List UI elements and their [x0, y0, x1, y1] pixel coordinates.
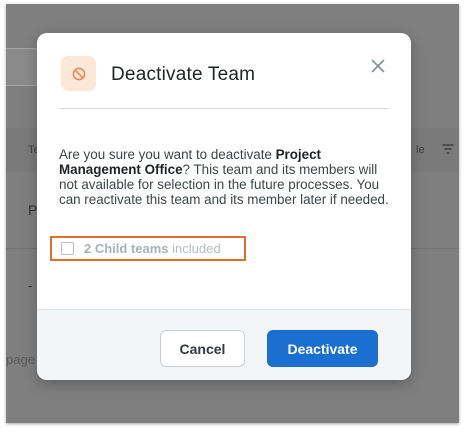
background-footer-text: page — [6, 352, 35, 367]
ban-icon — [61, 56, 96, 91]
child-teams-count: 2 Child teams — [84, 241, 169, 256]
dialog-title: Deactivate Team — [111, 64, 256, 85]
dialog-header: Deactivate Team — [37, 33, 411, 109]
child-teams-option: 2 Child teams included — [50, 236, 246, 261]
background-search-input — [6, 48, 40, 86]
dialog-footer: Cancel Deactivate — [37, 309, 411, 380]
close-icon — [371, 59, 385, 73]
confirmation-message: Are you sure you want to deactivate Proj… — [59, 147, 391, 207]
dialog-body: Are you sure you want to deactivate Proj… — [59, 147, 391, 207]
filter-icon — [442, 142, 454, 156]
deactivate-button[interactable]: Deactivate — [267, 330, 378, 367]
background-row-text: P — [28, 202, 38, 218]
header-divider — [59, 108, 389, 109]
child-teams-checkbox[interactable] — [61, 242, 74, 255]
deactivate-team-dialog: Deactivate Team Are you sure you want to… — [37, 33, 411, 380]
background-row-text: - — [28, 278, 33, 293]
child-teams-label[interactable]: 2 Child teams included — [84, 241, 221, 256]
background-column-header: le — [416, 144, 425, 156]
child-teams-suffix: included — [172, 241, 221, 256]
cancel-button[interactable]: Cancel — [160, 330, 245, 367]
close-button[interactable] — [367, 55, 389, 77]
message-prefix: Are you sure you want to deactivate — [59, 147, 276, 162]
